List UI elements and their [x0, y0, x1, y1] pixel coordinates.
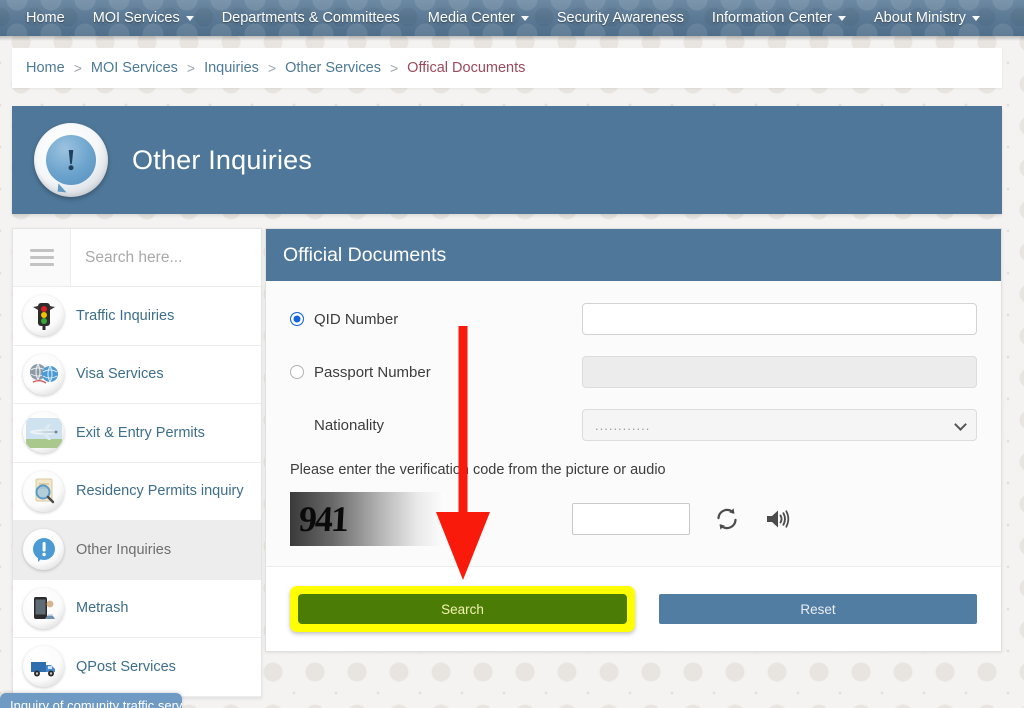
chevron-down-icon [838, 16, 846, 21]
official-documents-panel: Official Documents QID Number Passport N… [265, 228, 1002, 652]
sidebar-item-label: Metrash [76, 600, 128, 616]
sidebar-item-label: QPost Services [76, 659, 176, 675]
breadcrumb-item-moi-services[interactable]: MOI Services [91, 60, 178, 76]
sidebar-item-label: Other Inquiries [76, 542, 171, 558]
breadcrumb-item-home[interactable]: Home [26, 60, 65, 76]
sidebar-item-exit-entry-permits[interactable]: Exit & Entry Permits [13, 404, 261, 463]
nav-item-label: Media Center [428, 0, 515, 36]
traffic-light-icon [23, 295, 64, 336]
nav-item-information-center[interactable]: Information Center [698, 0, 860, 36]
mobile-phone-icon [23, 588, 64, 629]
breadcrumb-separator: > [187, 60, 195, 76]
chevron-down-icon [521, 16, 529, 21]
chevron-down-icon [972, 16, 980, 21]
search-button-highlight: Search [290, 586, 635, 632]
sidebar-item-qpost-services[interactable]: QPost Services [13, 638, 261, 697]
page-header-banner: ! Other Inquiries [12, 106, 1002, 214]
qid-number-label: QID Number [314, 311, 398, 328]
delivery-van-icon [23, 646, 64, 687]
sidebar-item-label: Residency Permits inquiry [76, 483, 244, 499]
breadcrumb-item-inquiries[interactable]: Inquiries [204, 60, 259, 76]
hamburger-bar [30, 256, 54, 259]
qid-number-input[interactable] [582, 303, 977, 335]
sidebar-item-residency-permits-inquiry[interactable]: Residency Permits inquiry [13, 463, 261, 522]
sidebar: Traffic Inquiries Visa Services [12, 228, 262, 698]
passport-number-radio[interactable] [290, 365, 304, 379]
qid-number-label-group: QID Number [290, 311, 582, 328]
qid-number-row: QID Number [290, 303, 977, 335]
captcha-row: 941 [290, 492, 977, 546]
exclamation-speech-bubble-icon [23, 529, 64, 570]
breadcrumb: Home > MOI Services > Inquiries > Other … [12, 48, 1002, 88]
search-input[interactable] [71, 229, 262, 286]
breadcrumb-item-other-services[interactable]: Other Services [285, 60, 381, 76]
panel-title: Official Documents [283, 244, 446, 267]
nav-item-moi-services[interactable]: MOI Services [79, 0, 208, 36]
breadcrumb-separator: > [268, 60, 276, 76]
nationality-select[interactable]: ............ [582, 409, 977, 441]
nav-item-label: Information Center [712, 0, 832, 36]
captcha-input[interactable] [572, 503, 690, 535]
exclamation-speech-bubble-icon: ! [34, 123, 108, 197]
panel-footer: Search Reset [266, 567, 1001, 651]
nav-item-home[interactable]: Home [12, 0, 79, 36]
page-title: Other Inquiries [132, 145, 312, 176]
top-navigation-items: Home MOI Services Departments & Committe… [0, 0, 1024, 36]
sidebar-search-row [13, 229, 261, 287]
nationality-label-group: Nationality [290, 417, 582, 434]
sidebar-item-label: Exit & Entry Permits [76, 425, 205, 441]
nav-item-security-awareness[interactable]: Security Awareness [543, 0, 698, 36]
sidebar-bottom-button[interactable]: Inquiry of comunity traffic services [0, 693, 182, 708]
speech-bubble-shape: ! [46, 135, 96, 185]
passport-number-row: Passport Number [290, 356, 977, 388]
sidebar-item-metrash[interactable]: Metrash [13, 580, 261, 639]
captcha-code-text: 941 [298, 501, 348, 537]
sidebar-item-visa-services[interactable]: Visa Services [13, 346, 261, 405]
passport-number-label-group: Passport Number [290, 364, 582, 381]
nav-item-label: About Ministry [874, 0, 966, 36]
breadcrumb-item-offical-documents: Offical Documents [407, 60, 525, 76]
search-button[interactable]: Search [298, 594, 627, 624]
magnifier-document-icon [23, 471, 64, 512]
captcha-image: 941 [290, 492, 445, 546]
top-navigation-bar: Home MOI Services Departments & Committe… [0, 0, 1024, 36]
sidebar-item-label: Visa Services [76, 366, 164, 382]
sidebar-item-other-inquiries[interactable]: Other Inquiries [13, 521, 261, 580]
airplane-icon [23, 412, 64, 453]
nationality-label: Nationality [314, 417, 384, 434]
hamburger-menu-icon[interactable] [13, 229, 71, 286]
hamburger-bar [30, 263, 54, 266]
breadcrumb-separator: > [390, 60, 398, 76]
refresh-icon[interactable] [713, 505, 741, 533]
nav-item-label: Departments & Committees [222, 0, 400, 36]
hamburger-bar [30, 249, 54, 252]
nav-drop-shadow [0, 36, 1024, 41]
nationality-selected-value: ............ [595, 418, 650, 433]
sidebar-item-label: Traffic Inquiries [76, 308, 174, 324]
captcha-hint-text: Please enter the verification code from … [290, 462, 977, 478]
breadcrumb-separator: > [74, 60, 82, 76]
nav-item-departments-committees[interactable]: Departments & Committees [208, 0, 414, 36]
exclamation-mark: ! [66, 144, 76, 175]
speaker-icon[interactable] [764, 505, 792, 533]
nav-item-label: MOI Services [93, 0, 180, 36]
reset-button[interactable]: Reset [659, 594, 977, 624]
sidebar-item-traffic-inquiries[interactable]: Traffic Inquiries [13, 287, 261, 346]
chevron-down-icon [186, 16, 194, 21]
passport-number-input [582, 356, 977, 388]
nav-item-media-center[interactable]: Media Center [414, 0, 543, 36]
panel-header: Official Documents [266, 229, 1001, 281]
nationality-select-wrapper: ............ [582, 409, 977, 441]
nav-item-label: Security Awareness [557, 0, 684, 36]
nav-item-label: Home [26, 0, 65, 36]
nav-item-about-ministry[interactable]: About Ministry [860, 0, 994, 36]
passport-number-label: Passport Number [314, 364, 431, 381]
qid-number-radio[interactable] [290, 312, 304, 326]
nationality-row: Nationality ............ [290, 409, 977, 441]
panel-body: QID Number Passport Number Nationality .… [266, 281, 1001, 567]
globe-visa-icon [23, 354, 64, 395]
